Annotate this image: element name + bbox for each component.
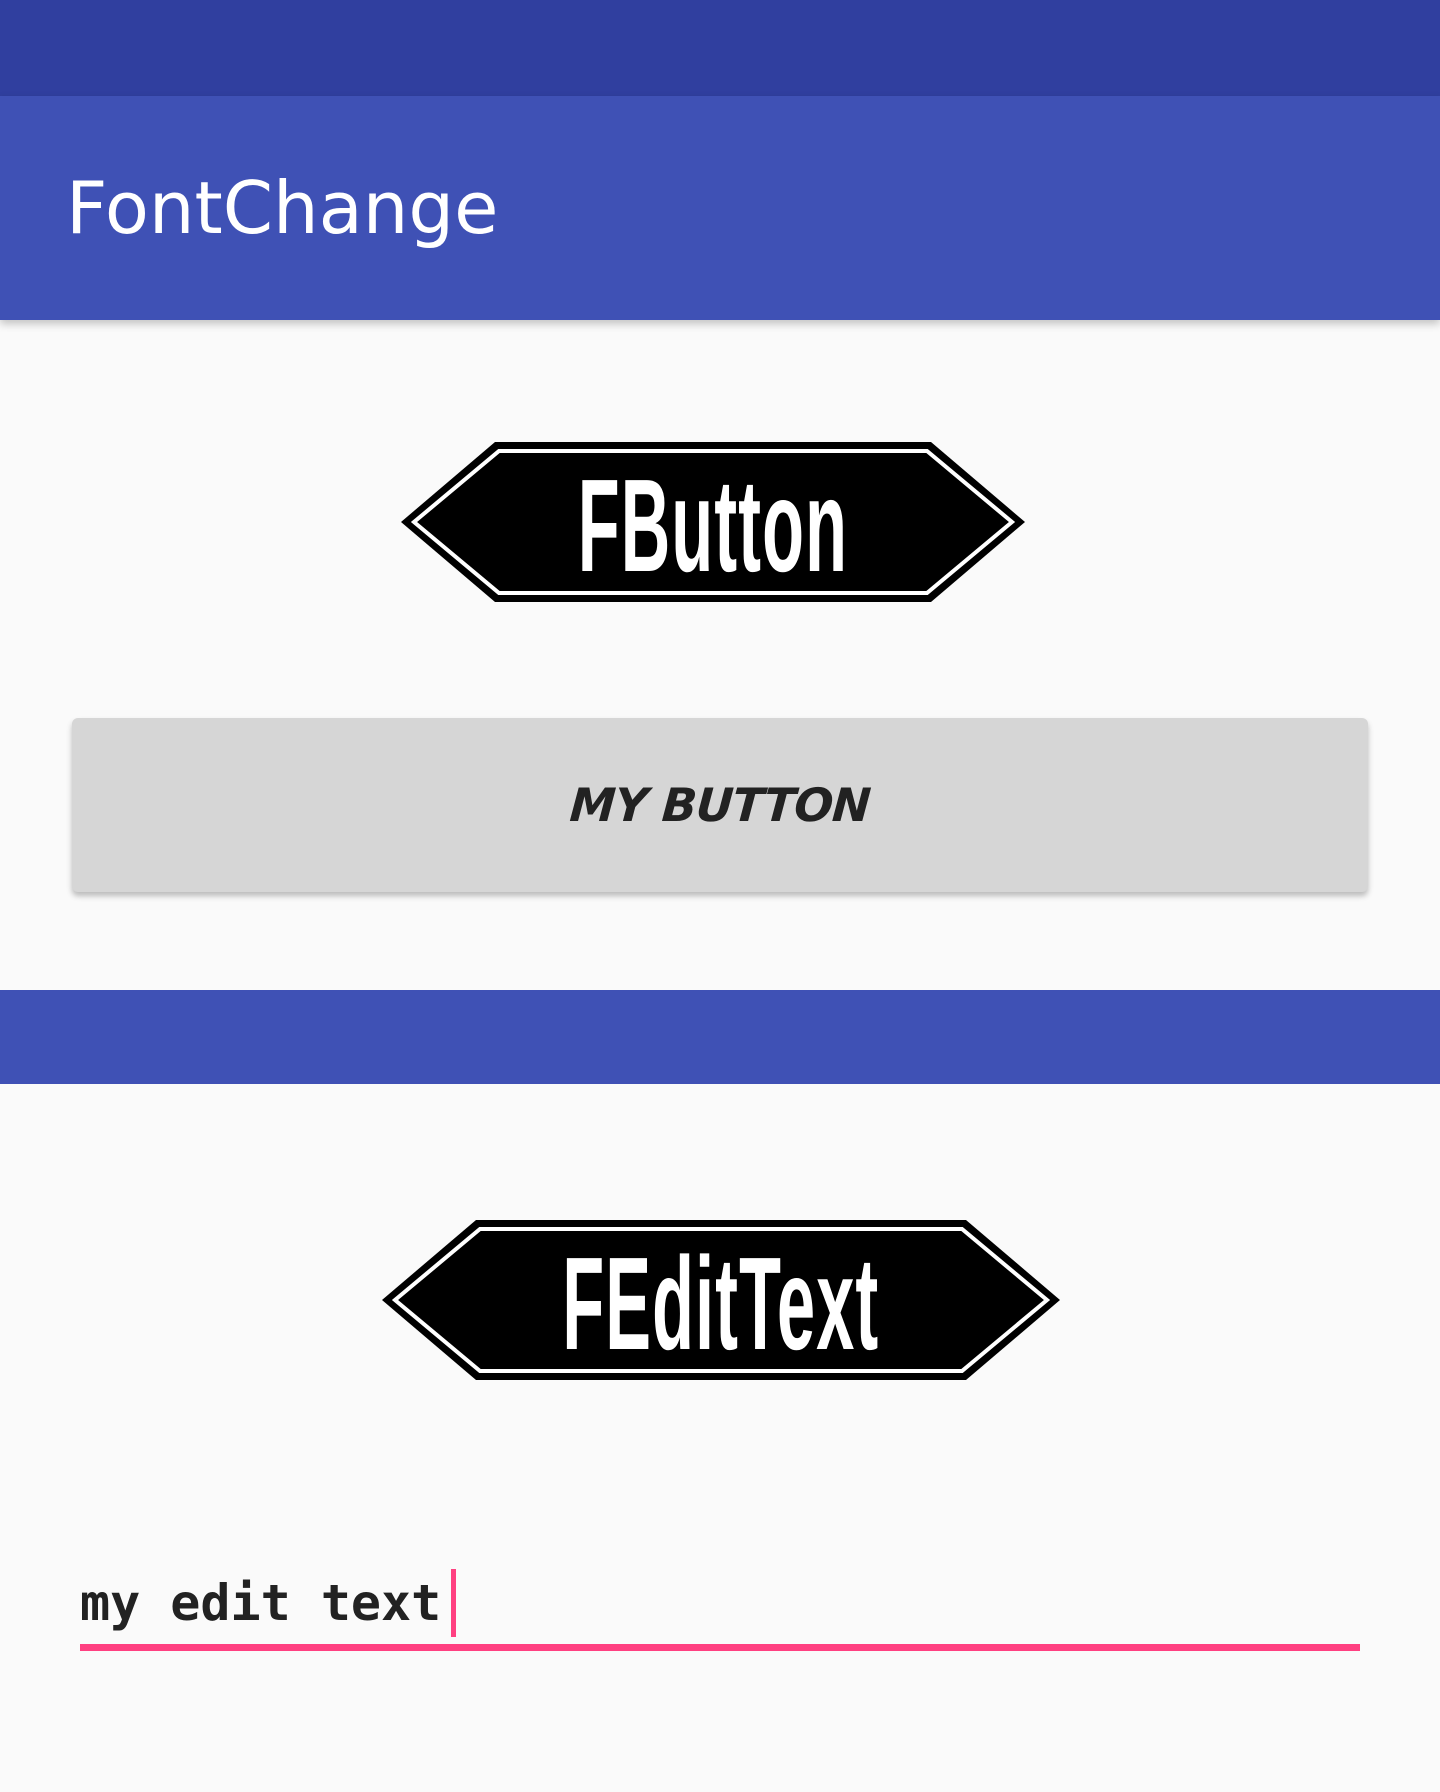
edit-text-field[interactable]: my edit text (80, 1556, 1360, 1652)
app-bar: FontChange (0, 96, 1440, 320)
fedittext-banner: FEditText (379, 1218, 1063, 1382)
edit-text-underline (80, 1644, 1360, 1651)
my-button[interactable]: MY BUTTON (72, 718, 1368, 892)
divider-band (0, 990, 1440, 1084)
my-button-label: MY BUTTON (568, 778, 872, 832)
edit-text-input[interactable]: my edit text (80, 1568, 457, 1638)
fedittext-label: FEditText (562, 1229, 880, 1377)
text-cursor (451, 1569, 457, 1637)
fbutton-label: FButton (577, 451, 849, 599)
edit-text-value: my edit text (80, 1574, 442, 1632)
app-title: FontChange (66, 166, 499, 250)
status-bar (0, 0, 1440, 96)
fbutton-banner: FButton (398, 440, 1028, 604)
